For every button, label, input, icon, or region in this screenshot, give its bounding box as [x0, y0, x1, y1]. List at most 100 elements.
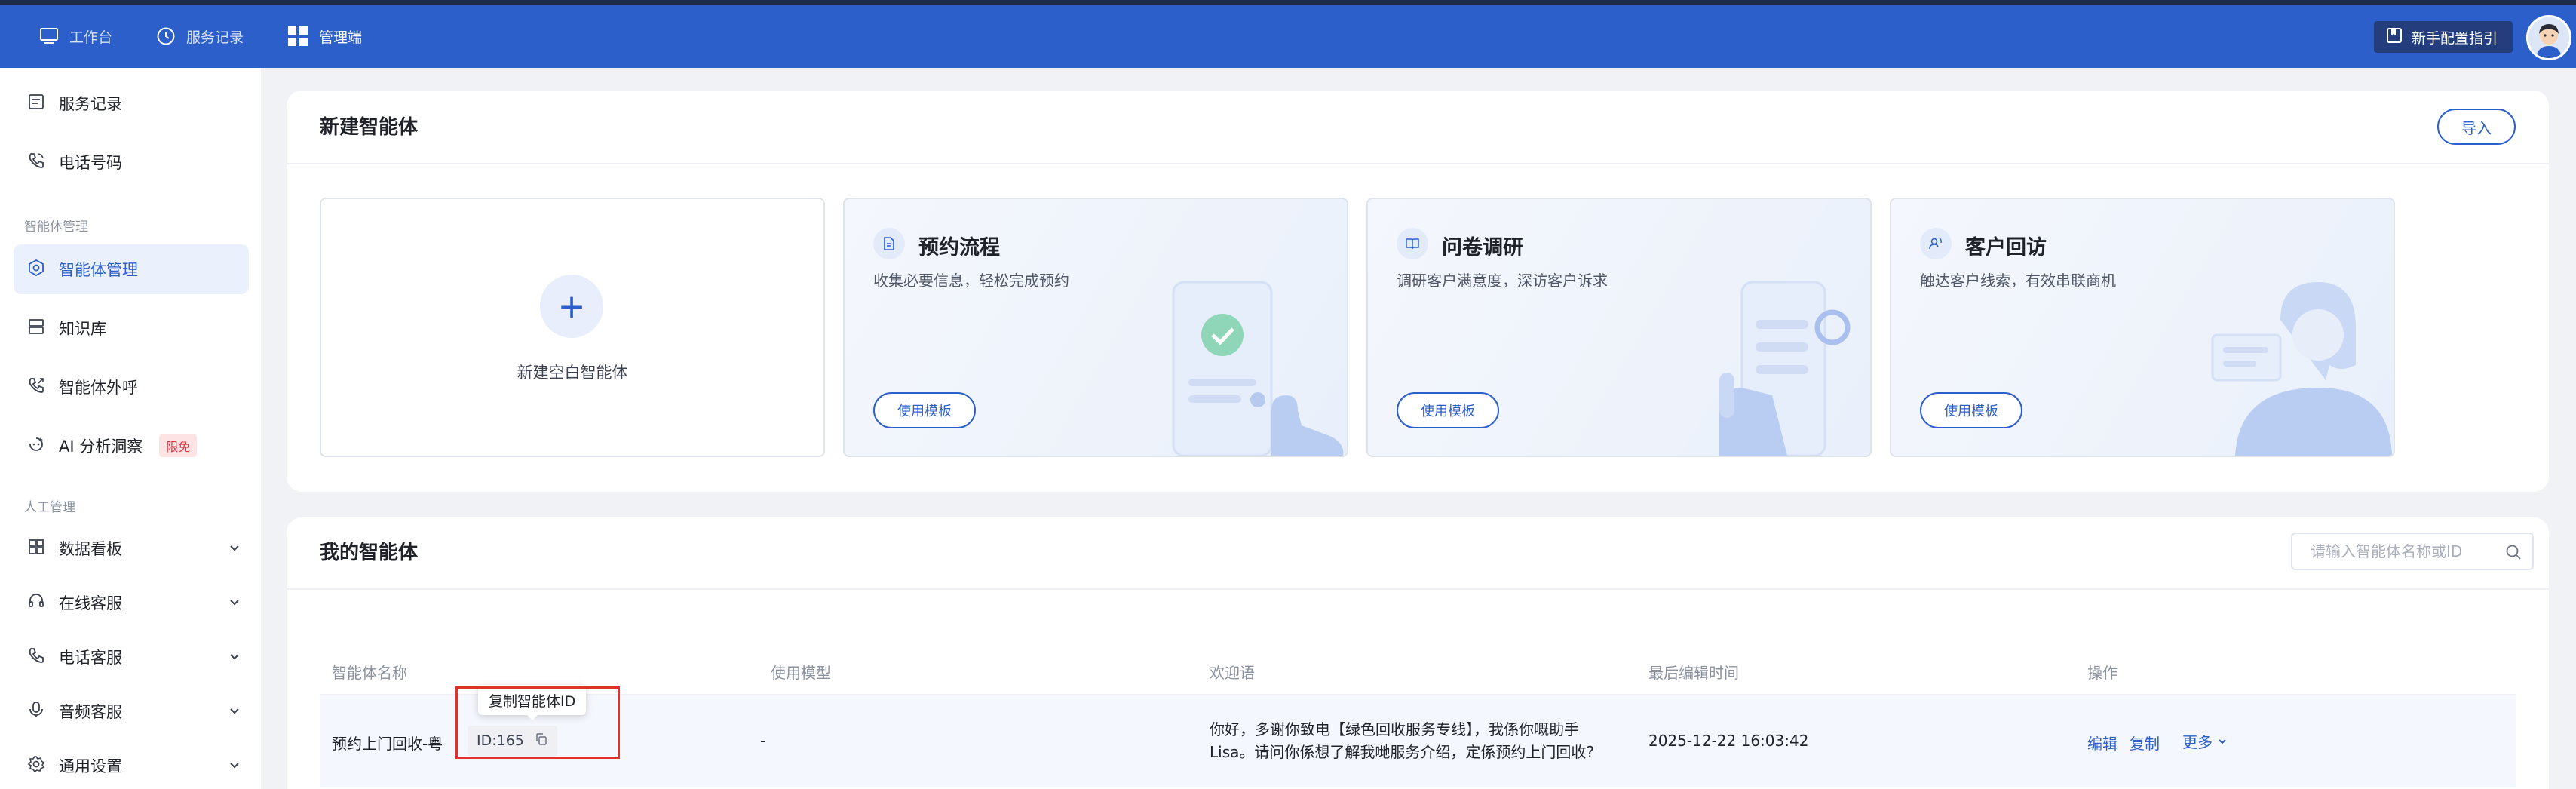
template-desc: 调研客户满意度，深访客户诉求 [1397, 272, 1608, 290]
template-card-survey[interactable]: 问卷调研 调研客户满意度，深访客户诉求 使用模板 [1366, 198, 1872, 457]
sidebar-item-ai-insights[interactable]: AI 分析洞察 限免 [14, 421, 249, 471]
sidebar-item-label: 在线客服 [59, 594, 122, 612]
sidebar-item-online-service[interactable]: 在线客服 [14, 578, 249, 628]
agent-greeting: 你好，多谢你致电【绿色回收服务专线】，我係你嘅助手 Lisa。请问你係想了解我哋… [1210, 718, 1594, 763]
sidebar-item-general-settings[interactable]: 通用设置 [14, 741, 249, 789]
more-label: 更多 [2182, 733, 2213, 751]
gear-icon [27, 755, 45, 777]
topnav-admin-label: 管理端 [319, 29, 363, 46]
create-agent-title: 新建智能体 [320, 116, 419, 139]
column-header-name: 智能体名称 [332, 664, 407, 682]
divider [287, 163, 2549, 164]
highlight-box [455, 686, 620, 759]
greeting-line: 你好，多谢你致电【绿色回收服务专线】，我係你嘅助手 [1210, 720, 1579, 738]
sidebar-item-label: 数据看板 [59, 540, 122, 558]
phone-outgoing-icon [27, 376, 45, 398]
template-card-booking[interactable]: 预约流程 收集必要信息，轻松完成预约 使用模板 [843, 198, 1348, 457]
headset-icon [27, 592, 45, 614]
topnav-workbench-label: 工作台 [69, 29, 113, 46]
sidebar-item-phone-numbers[interactable]: 电话号码 [14, 137, 249, 187]
sidebar-item-label: 电话客服 [59, 649, 122, 667]
database-icon [27, 318, 45, 339]
clock-icon [156, 26, 176, 46]
dashboard-icon [27, 538, 45, 560]
topnav-service-records[interactable]: 服务记录 [156, 5, 244, 68]
copy-link[interactable]: 复制 [2130, 732, 2160, 754]
top-nav: 工作台 服务记录 管理端 [0, 5, 406, 68]
greeting-line: Lisa。请问你係想了解我哋服务介绍，定係预约上门回收? [1210, 743, 1594, 761]
sidebar-item-label: 服务记录 [59, 95, 122, 113]
chevron-down-icon [228, 757, 241, 775]
template-card-revisit[interactable]: 客户回访 触达客户线索，有效串联商机 使用模板 [1890, 198, 2395, 457]
edit-link[interactable]: 编辑 [2087, 732, 2118, 754]
template-desc: 收集必要信息，轻松完成预约 [873, 272, 1069, 290]
sidebar-item-label: 音频客服 [59, 703, 122, 721]
monitor-icon [39, 27, 59, 45]
microphone-icon [27, 701, 45, 723]
chevron-down-icon [228, 540, 241, 558]
template-title: 问卷调研 [1442, 236, 1523, 259]
book-open-icon [1397, 228, 1428, 259]
sidebar-item-label: 知识库 [59, 320, 106, 338]
sidebar: 服务记录 电话号码 智能体管理 智能体管理 知识库 智能体外呼 AI 分析洞察 … [0, 68, 261, 789]
sidebar-item-data-dashboard[interactable]: 数据看板 [14, 523, 249, 573]
divider [287, 588, 2549, 590]
document-icon [27, 93, 45, 115]
use-template-button[interactable]: 使用模板 [1397, 392, 1499, 428]
new-blank-agent-label: 新建空白智能体 [517, 364, 628, 382]
my-agents-panel: 我的智能体 智能体名称 使用模型 欢迎语 最后编辑时间 操作 预约上门回收-粤 … [287, 517, 2549, 789]
topnav-service-records-label: 服务记录 [186, 29, 244, 46]
topnav-workbench[interactable]: 工作台 [39, 5, 112, 68]
booking-illustration [1172, 281, 1344, 456]
survey-illustration [1719, 281, 1851, 456]
revisit-illustration [2211, 282, 2392, 456]
more-dropdown[interactable]: 更多 [2182, 730, 2228, 752]
sidebar-item-service-records[interactable]: 服务记录 [14, 78, 249, 128]
agent-search-input[interactable] [2311, 542, 2499, 560]
column-header-actions: 操作 [2087, 664, 2118, 682]
sidebar-item-label: 智能体管理 [59, 261, 138, 279]
sidebar-item-knowledge-base[interactable]: 知识库 [14, 303, 249, 353]
free-badge: 限免 [159, 434, 198, 457]
column-header-updated: 最后编辑时间 [1648, 664, 1739, 682]
sidebar-item-audio-service[interactable]: 音频客服 [14, 686, 249, 736]
grid-icon [287, 26, 308, 47]
guide-icon [2386, 27, 2403, 48]
hexagon-icon [27, 259, 45, 281]
chevron-down-icon [228, 703, 241, 721]
onboarding-guide-button[interactable]: 新手配置指引 [2373, 21, 2513, 53]
new-blank-agent-card[interactable]: + 新建空白智能体 [320, 198, 825, 457]
column-header-model: 使用模型 [771, 664, 831, 682]
template-title: 客户回访 [1965, 236, 2047, 259]
column-header-greeting: 欢迎语 [1210, 664, 1255, 682]
search-icon[interactable] [2505, 544, 2522, 564]
phone-icon [27, 646, 45, 668]
sidebar-item-phone-service[interactable]: 电话客服 [14, 632, 249, 682]
top-navbar: 工作台 服务记录 管理端 新手配置指引 [0, 0, 2576, 68]
import-button[interactable]: 导入 [2437, 109, 2516, 145]
chevron-down-icon [228, 649, 241, 667]
guide-label: 新手配置指引 [2411, 29, 2498, 47]
sidebar-item-agent-outbound[interactable]: 智能体外呼 [14, 362, 249, 412]
sidebar-group-agent-management: 智能体管理 [24, 220, 88, 235]
use-template-button[interactable]: 使用模板 [1920, 392, 2022, 428]
table-header: 智能体名称 使用模型 欢迎语 最后编辑时间 操作 [320, 644, 2516, 695]
my-agents-title: 我的智能体 [320, 542, 419, 564]
agent-name: 预约上门回收-粤 [332, 735, 443, 753]
chevron-down-icon [2217, 732, 2228, 751]
plus-icon: + [540, 275, 603, 338]
template-desc: 触达客户线索，有效串联商机 [1920, 272, 2116, 290]
phone-icon [27, 152, 45, 173]
agent-updated-time: 2025-12-22 16:03:42 [1648, 732, 1809, 750]
ai-robot-icon [27, 435, 45, 457]
agent-search-box [2291, 533, 2534, 570]
sidebar-item-label: 电话号码 [59, 154, 122, 172]
use-template-button[interactable]: 使用模板 [873, 392, 976, 428]
user-callback-icon [1920, 228, 1952, 259]
avatar[interactable] [2526, 15, 2571, 60]
sidebar-item-agent-management[interactable]: 智能体管理 [14, 244, 249, 294]
sidebar-item-label: 通用设置 [59, 757, 122, 775]
topnav-admin[interactable]: 管理端 [287, 5, 362, 68]
sidebar-item-label: AI 分析洞察 [59, 437, 143, 456]
document-icon [873, 228, 905, 259]
